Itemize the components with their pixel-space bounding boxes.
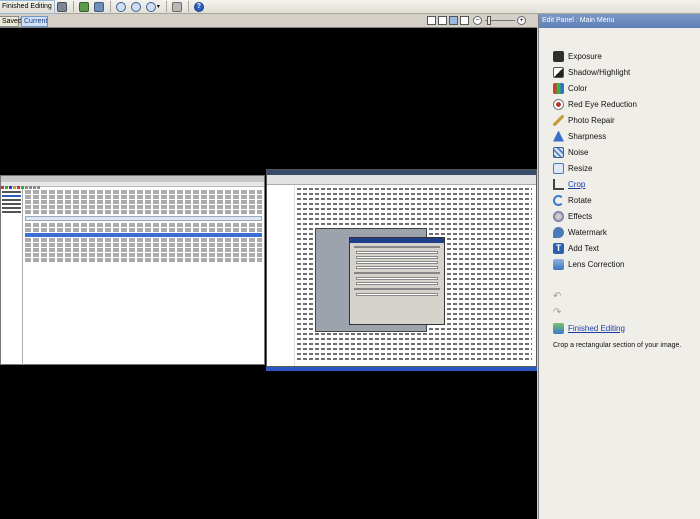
- zoom-in-icon: [115, 1, 126, 12]
- image-content: [267, 175, 536, 185]
- single-view-icon[interactable]: [427, 16, 436, 25]
- menu-item-noise[interactable]: Noise: [553, 145, 588, 159]
- edit-panel-title: Edit Panel : Main Menu: [539, 14, 700, 28]
- menu-item-label: Noise: [568, 147, 589, 157]
- main-toolbar: Finished Editing ▾ ?: [0, 0, 700, 14]
- photo-editor-window: Finished Editing ▾ ? Saved Current − + E…: [0, 0, 700, 519]
- tab-saved[interactable]: Saved: [0, 16, 22, 27]
- crop-icon: [553, 178, 564, 190]
- menu-item-label: Shadow/Highlight: [568, 67, 631, 77]
- screenshot-icon: [93, 1, 104, 12]
- chevron-down-icon: ▾: [156, 4, 160, 10]
- zoom-out-icon: [130, 1, 141, 12]
- split-view-icon[interactable]: [438, 16, 447, 25]
- menu-item-red-eye-reduction[interactable]: Red Eye Reduction: [553, 97, 637, 111]
- help-icon: ?: [193, 1, 204, 12]
- print-icon: [171, 1, 182, 12]
- color-icon: [553, 82, 564, 94]
- zoom-menu-button[interactable]: ▾: [144, 1, 162, 13]
- zoom-in-button[interactable]: [114, 1, 128, 13]
- shadow-highlight-icon: [553, 66, 564, 78]
- lens-correction-icon: [553, 258, 564, 270]
- menu-item-sharpness[interactable]: Sharpness: [553, 129, 606, 143]
- finished-editing-label: Finished Editing: [2, 3, 52, 10]
- menu-item-label: Photo Repair: [568, 115, 615, 125]
- menu-item-photo-repair[interactable]: Photo Repair: [553, 113, 615, 127]
- menu-item-rotate[interactable]: Rotate: [553, 193, 592, 207]
- menu-item-watermark[interactable]: Watermark: [553, 225, 607, 239]
- edit-panel: Edit Panel : Main Menu Exposure Shadow/H…: [538, 14, 700, 519]
- rotate-icon: [553, 194, 564, 206]
- actual-size-icon[interactable]: [460, 16, 469, 25]
- zoom-out-button[interactable]: [129, 1, 143, 13]
- menu-item-label: Lens Correction: [568, 259, 625, 269]
- effects-icon: [553, 210, 564, 222]
- image-content-right-window: [266, 169, 537, 367]
- photo-repair-icon: [553, 114, 564, 126]
- menu-item-label: Rotate: [568, 195, 592, 205]
- finished-editing-button[interactable]: Finished Editing: [0, 0, 55, 14]
- finished-editing-icon: [553, 322, 564, 334]
- toolbar-separator: [187, 1, 189, 12]
- menu-item-resize[interactable]: Resize: [553, 161, 592, 175]
- menu-item-effects[interactable]: Effects: [553, 209, 592, 223]
- fit-view-icon[interactable]: [449, 16, 458, 25]
- add-text-icon: T: [553, 242, 564, 254]
- sharpness-icon: [553, 130, 564, 142]
- save-icon: [56, 1, 67, 12]
- image-content: [1, 182, 264, 189]
- menu-item-crop[interactable]: Crop: [553, 177, 585, 191]
- image-content: [25, 190, 262, 362]
- toolbar-separator: [165, 1, 167, 12]
- menu-item-label: Watermark: [568, 227, 607, 237]
- image-content: [349, 237, 445, 325]
- noise-icon: [553, 146, 564, 158]
- menu-item-lens-correction[interactable]: Lens Correction: [553, 257, 624, 271]
- menu-item-shadow-highlight[interactable]: Shadow/Highlight: [553, 65, 630, 79]
- menu-item-label: Exposure: [568, 51, 602, 61]
- menu-item-label: Color: [568, 83, 588, 93]
- toolbar-separator: [109, 1, 111, 12]
- finished-editing-link-label: Finished Editing: [568, 323, 625, 333]
- image-import-icon: [78, 1, 89, 12]
- image-content: [1, 189, 23, 365]
- menu-item-label: Sharpness: [568, 131, 607, 141]
- tool-description: Crop a rectangular section of your image…: [553, 342, 682, 349]
- menu-item-add-text[interactable]: T Add Text: [553, 241, 599, 255]
- print-button[interactable]: [170, 1, 184, 13]
- menu-item-label: Resize: [568, 163, 593, 173]
- menu-item-label: Add Text: [568, 243, 599, 253]
- resize-icon: [553, 162, 564, 174]
- zoom-plus-button[interactable]: +: [517, 16, 526, 25]
- red-eye-icon: [553, 98, 564, 110]
- menu-item-exposure[interactable]: Exposure: [553, 49, 602, 63]
- menu-item-label: Crop: [568, 179, 586, 189]
- view-tab-strip: Saved Current: [0, 15, 537, 28]
- toolbar-separator: [72, 1, 74, 12]
- finished-editing-link[interactable]: Finished Editing: [553, 321, 625, 335]
- save-button[interactable]: [55, 1, 69, 13]
- image-canvas[interactable]: [0, 28, 537, 519]
- redo-icon[interactable]: ↷: [553, 308, 565, 318]
- image-content-left-window: [0, 175, 265, 365]
- watermark-icon: [553, 226, 564, 238]
- zoom-minus-button[interactable]: −: [473, 16, 482, 25]
- zoom-fit-icon: [145, 1, 156, 12]
- undo-icon[interactable]: ↶: [553, 292, 565, 302]
- image-content: [266, 367, 537, 371]
- menu-item-color[interactable]: Color: [553, 81, 587, 95]
- menu-item-label: Red Eye Reduction: [568, 99, 637, 109]
- import-image-button[interactable]: [77, 1, 91, 13]
- exposure-icon: [553, 50, 564, 62]
- help-button[interactable]: ?: [192, 1, 206, 13]
- tab-current[interactable]: Current: [21, 16, 48, 27]
- zoom-slider-thumb[interactable]: [487, 16, 491, 25]
- image-content: [267, 186, 295, 366]
- menu-item-label: Effects: [568, 211, 593, 221]
- screenshot-button[interactable]: [92, 1, 106, 13]
